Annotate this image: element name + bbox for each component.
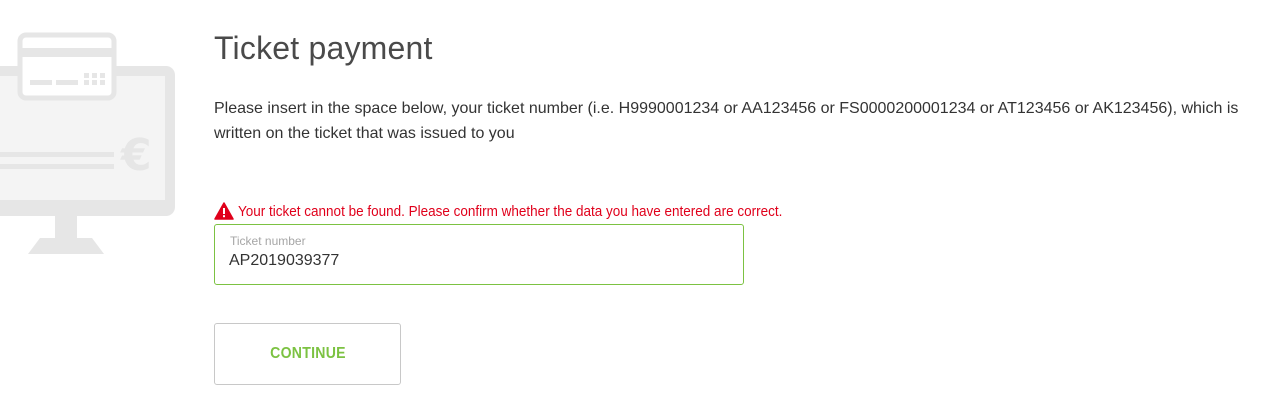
continue-button-label: CONTINUE — [269, 345, 346, 362]
ticket-payment-page: € Ticket payment Please insert in the sp… — [0, 0, 1280, 419]
ticket-number-input[interactable] — [229, 250, 729, 272]
continue-button[interactable]: CONTINUE — [214, 323, 401, 385]
monitor-payment-card-euro-icon: € — [0, 32, 175, 254]
error-message: Your ticket cannot be found. Please conf… — [214, 201, 843, 221]
page-title: Ticket payment — [214, 30, 433, 66]
ticket-number-label: Ticket number — [230, 234, 306, 248]
error-text: Your ticket cannot be found. Please conf… — [238, 202, 783, 220]
ticket-number-field[interactable]: Ticket number — [214, 224, 744, 285]
euro-symbol: € — [120, 130, 152, 181]
instructions-text: Please insert in the space below, your t… — [214, 100, 1239, 142]
warning-triangle-icon — [214, 202, 234, 220]
